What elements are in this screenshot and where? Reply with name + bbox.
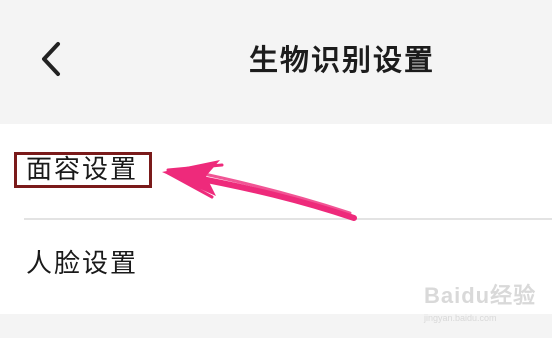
watermark-url: jingyan.baidu.com	[424, 313, 497, 323]
page-title: 生物识别设置	[248, 43, 435, 77]
watermark-logo: Baidu经验	[424, 283, 537, 308]
top-bar: 生物识别设置	[0, 0, 552, 120]
list-item-label: 人脸设置	[26, 249, 139, 279]
watermark: Baidu经验 jingyan.baidu.com	[424, 284, 544, 328]
highlight-box	[14, 152, 152, 188]
